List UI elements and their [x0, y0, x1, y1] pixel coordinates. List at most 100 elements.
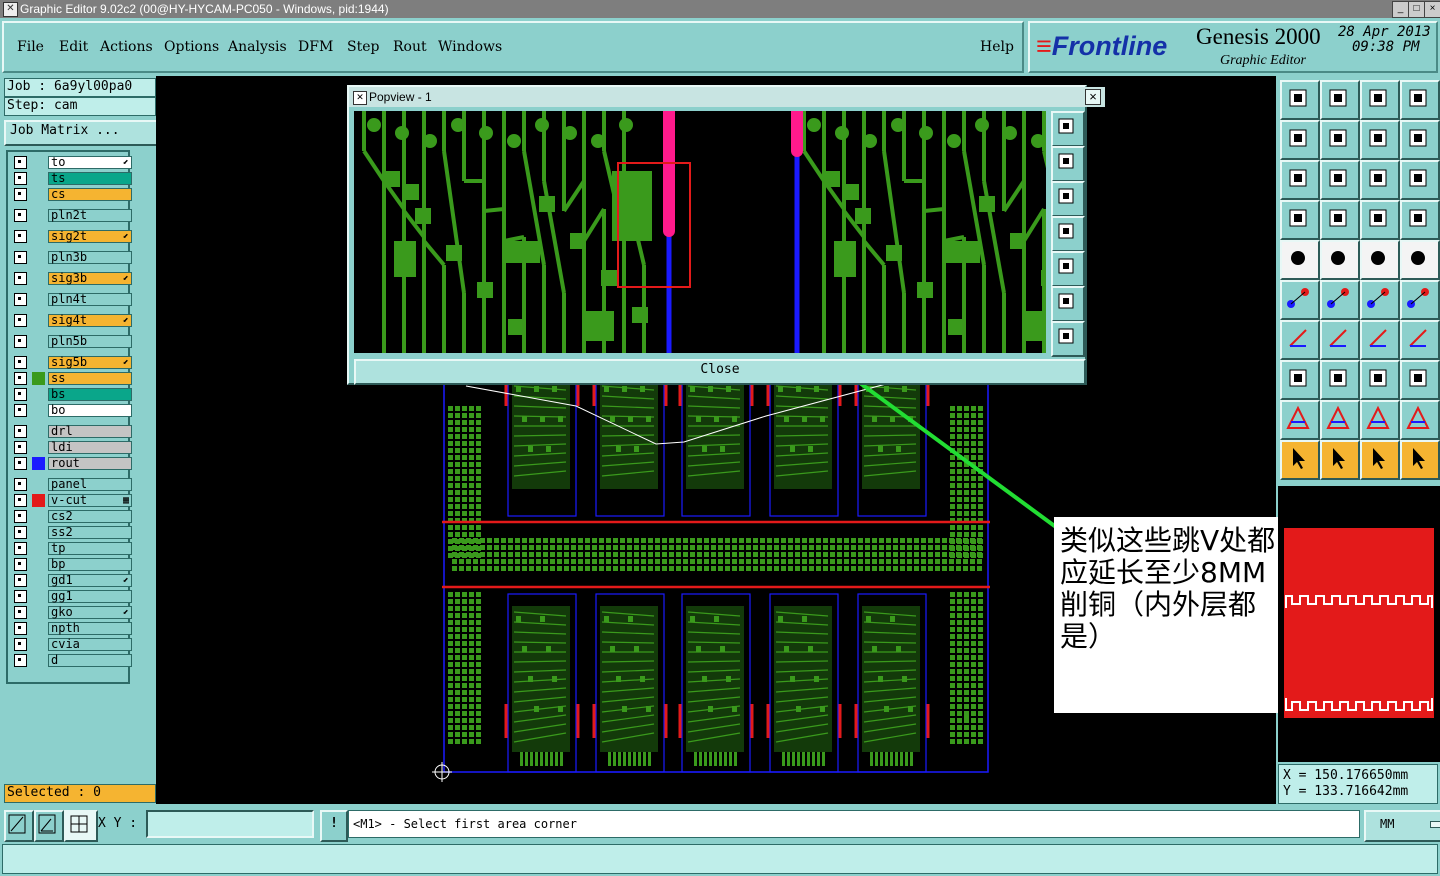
- layer-checkbox[interactable]: [14, 574, 27, 587]
- layer-row-pln2t[interactable]: pln2t: [12, 209, 132, 222]
- layer-checkbox[interactable]: [14, 209, 27, 222]
- layer-name[interactable]: pln4t: [48, 293, 132, 306]
- layer-checkbox[interactable]: [14, 457, 27, 470]
- layer-name[interactable]: sig4t ⬋: [48, 314, 132, 327]
- menu-actions[interactable]: Actions: [100, 39, 153, 55]
- layer-name[interactable]: panel: [48, 478, 132, 491]
- layer-name[interactable]: ldi: [48, 441, 132, 454]
- unit-selector[interactable]: MM: [1364, 810, 1440, 842]
- job-matrix-button[interactable]: Job Matrix ...: [4, 120, 160, 146]
- layer-name[interactable]: drl: [48, 425, 132, 438]
- home-up-icon[interactable]: [1280, 80, 1320, 120]
- layer-row-tp[interactable]: tp: [12, 542, 132, 555]
- layer-name[interactable]: pln3b: [48, 251, 132, 264]
- layer-name[interactable]: v-cut ▦: [48, 494, 132, 507]
- layer-checkbox[interactable]: [14, 251, 27, 264]
- ruler-icon[interactable]: [1360, 240, 1400, 280]
- layer-checkbox[interactable]: [14, 494, 27, 507]
- layer-checkbox[interactable]: [14, 542, 27, 555]
- step-cycle-icon[interactable]: [1400, 120, 1440, 160]
- close-window-button[interactable]: ×: [1424, 1, 1440, 18]
- layer-checkbox[interactable]: [14, 314, 27, 327]
- layer-checkbox[interactable]: [14, 654, 27, 667]
- popview-fit-icon[interactable]: [1051, 286, 1085, 322]
- triangle-icon[interactable]: [1280, 400, 1320, 440]
- layer-row-sig2t[interactable]: sig2t ⬋: [12, 230, 132, 243]
- menu-options[interactable]: Options: [164, 39, 219, 55]
- layer-row-to[interactable]: to ⬋: [12, 156, 132, 169]
- layer-checkbox[interactable]: [14, 372, 27, 385]
- popview-pan-right-icon[interactable]: [1051, 251, 1085, 287]
- layer-checkbox[interactable]: [14, 622, 27, 635]
- layer-row-sig3b[interactable]: sig3b ⬋: [12, 272, 132, 285]
- layer-name[interactable]: npth: [48, 622, 132, 635]
- delete-icon[interactable]: [1320, 280, 1360, 320]
- layer-checkbox[interactable]: [14, 606, 27, 619]
- measure-icon[interactable]: [34, 810, 64, 842]
- popview-center-icon[interactable]: [1051, 321, 1085, 357]
- layer-checkbox[interactable]: [14, 404, 27, 417]
- slash-icon[interactable]: [1320, 320, 1360, 360]
- menu-rout[interactable]: Rout: [393, 39, 427, 55]
- layer-checkbox[interactable]: [14, 272, 27, 285]
- layer-checkbox[interactable]: [14, 510, 27, 523]
- layer-checkbox[interactable]: [14, 356, 27, 369]
- copy-shape-icon[interactable]: [1400, 360, 1440, 400]
- polygon-b-icon[interactable]: [1360, 400, 1400, 440]
- layer-name[interactable]: sig5b ⬋: [48, 356, 132, 369]
- layer-checkbox[interactable]: [14, 526, 27, 539]
- popview-close-x[interactable]: ×: [1085, 89, 1101, 105]
- popview-zoom-icon[interactable]: [1051, 111, 1085, 147]
- overview-map[interactable]: [1278, 486, 1440, 762]
- layer-name[interactable]: sig2t ⬋: [48, 230, 132, 243]
- layer-name[interactable]: gko ⬋: [48, 606, 132, 619]
- home-down-icon[interactable]: [1320, 80, 1360, 120]
- layer-name[interactable]: cvia: [48, 638, 132, 651]
- layer-checkbox[interactable]: [14, 293, 27, 306]
- menu-help[interactable]: Help: [980, 39, 1014, 55]
- layer-row-npth[interactable]: npth: [12, 622, 132, 635]
- drag-pointer-icon[interactable]: [1360, 440, 1400, 480]
- draw-line-icon[interactable]: [1320, 240, 1360, 280]
- window-icon[interactable]: [1400, 80, 1440, 120]
- layer-row-pln4t[interactable]: pln4t: [12, 293, 132, 306]
- layer-name[interactable]: pln5b: [48, 335, 132, 348]
- layer-name[interactable]: bp: [48, 558, 132, 571]
- layer-row-gd1[interactable]: gd1 ⬋: [12, 574, 132, 587]
- angle-icon[interactable]: [1280, 320, 1320, 360]
- layer-row-ts[interactable]: ts: [12, 172, 132, 185]
- layer-name[interactable]: gd1 ⬋: [48, 574, 132, 587]
- layer-row-v-cut[interactable]: v-cut ▦: [12, 494, 132, 507]
- polygon-a-icon[interactable]: [1320, 400, 1360, 440]
- popview-pan-down-icon[interactable]: [1051, 181, 1085, 217]
- layer-checkbox[interactable]: [14, 590, 27, 603]
- layer-row-gg1[interactable]: gg1: [12, 590, 132, 603]
- layer-checkbox[interactable]: [14, 230, 27, 243]
- layer-checkbox[interactable]: [14, 425, 27, 438]
- popview-pan-up-icon[interactable]: [1051, 146, 1085, 182]
- minimize-button[interactable]: _: [1392, 1, 1409, 18]
- menu-file[interactable]: File: [17, 39, 44, 55]
- select-pointer-icon[interactable]: [1320, 440, 1360, 480]
- layer-checkbox[interactable]: [14, 441, 27, 454]
- layer-name[interactable]: rout: [48, 457, 132, 470]
- layer-down-icon[interactable]: [1400, 200, 1440, 240]
- measure-box-icon[interactable]: [1360, 360, 1400, 400]
- layer-row-bo[interactable]: bo: [12, 404, 132, 417]
- maximize-button[interactable]: □: [1408, 1, 1425, 18]
- layer-checkbox[interactable]: [14, 172, 27, 185]
- layer-name[interactable]: to ⬋: [48, 156, 132, 169]
- arc-icon[interactable]: [1360, 320, 1400, 360]
- route-pointer-icon[interactable]: [1400, 440, 1440, 480]
- menu-edit[interactable]: Edit: [59, 39, 88, 55]
- home-icon[interactable]: [1360, 80, 1400, 120]
- layer-row-cs2[interactable]: cs2: [12, 510, 132, 523]
- layer-row-drl[interactable]: drl: [12, 425, 132, 438]
- add-pad-icon[interactable]: [1280, 240, 1320, 280]
- scale-1-2-icon[interactable]: [1360, 160, 1400, 200]
- layer-checkbox[interactable]: [14, 558, 27, 571]
- step-right-icon[interactable]: [1320, 120, 1360, 160]
- cut-line-icon[interactable]: [1320, 360, 1360, 400]
- layer-name[interactable]: pln2t: [48, 209, 132, 222]
- step-left-icon[interactable]: [1280, 120, 1320, 160]
